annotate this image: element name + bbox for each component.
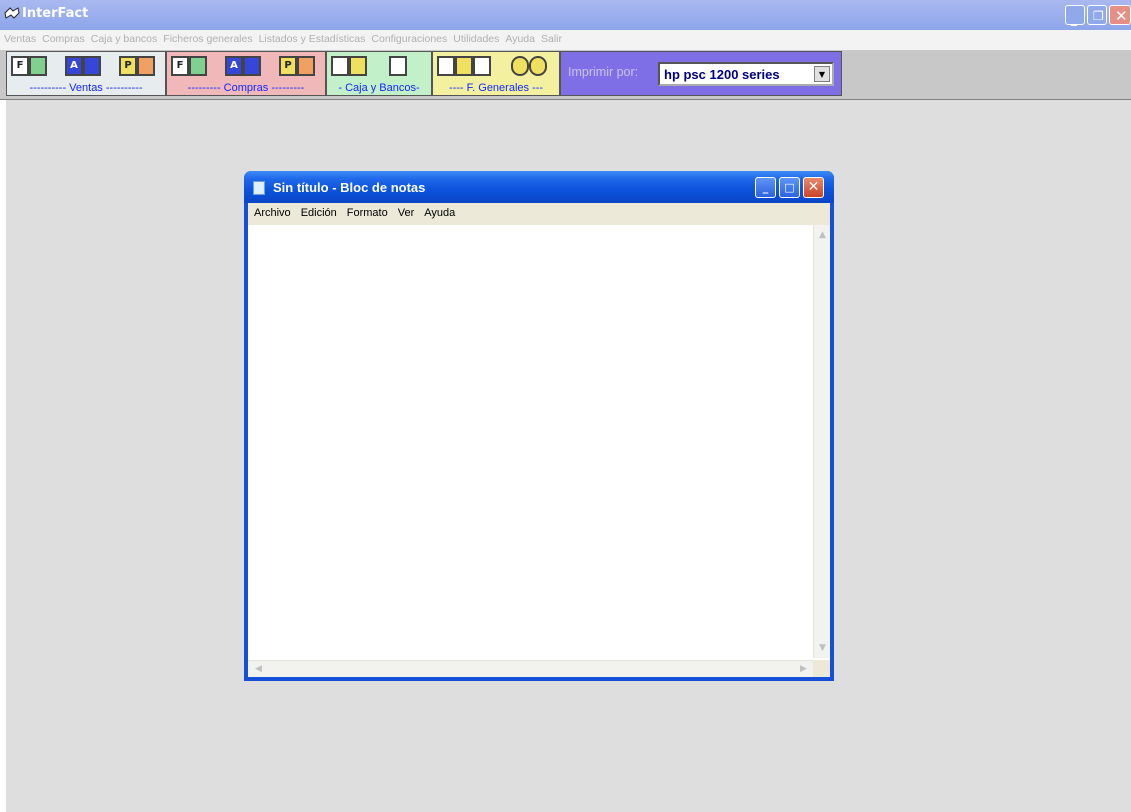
notepad-close-button[interactable]: ✕ [803,177,824,198]
fgen-search-icon[interactable] [455,56,473,76]
toolbar-group-caja: - Caja y Bancos- [326,51,432,96]
menu-ventas[interactable]: Ventas [0,30,38,45]
menu-ficheros-generales[interactable]: Ficheros generales [159,30,254,45]
compras-presupuesto-button[interactable]: P [279,56,297,76]
print-label: Imprimir por: [568,65,639,79]
horizontal-scrollbar[interactable]: ◀ ▶ [248,660,813,677]
scroll-right-icon[interactable]: ▶ [795,661,812,678]
compras-albaran-button[interactable]: A [225,56,243,76]
fgen-contacts-icon[interactable] [511,56,529,76]
compras-albaran-search-icon[interactable] [243,56,261,76]
restore-icon: ❐ [1093,9,1104,23]
toolbar: F A P ---------- Ventas ---------- F A P… [0,50,1131,100]
scroll-up-icon[interactable]: ▲ [815,227,830,244]
chevron-down-icon[interactable]: ▼ [814,66,830,82]
app-titlebar: InterFact _ ❐ ✕ [0,0,1131,30]
notepad-window: Sin título - Bloc de notas _ □ ✕ Archivo… [244,171,834,681]
app-logo-icon [4,7,20,19]
menu-utilidades[interactable]: Utilidades [449,30,501,45]
close-icon: ✕ [1115,7,1128,25]
menu-edicion[interactable]: Edición [295,203,341,219]
fgen-group-label: ---- F. Generales --- [448,82,544,94]
caja-lock-icon[interactable] [389,56,407,76]
restore-button[interactable]: ❐ [1087,5,1107,25]
minimize-button[interactable]: _ [1065,5,1085,26]
main-window: InterFact _ ❐ ✕ Ventas Compras Caja y banc… [0,0,1131,812]
menu-listados[interactable]: Listados y Estadísticas [255,30,368,45]
menu-archivo[interactable]: Archivo [248,203,295,219]
notepad-icon [253,181,265,195]
notepad-maximize-button[interactable]: □ [779,177,800,198]
menu-ayuda[interactable]: Ayuda [501,30,537,45]
fgen-list-icon[interactable] [437,56,455,76]
close-button[interactable]: ✕ [1109,5,1131,25]
menu-caja-bancos[interactable]: Caja y bancos [87,30,160,45]
minimize-icon: _ [762,181,769,194]
ventas-presupuesto-button[interactable]: P [119,56,137,76]
toolbar-group-print: Imprimir por: hp psc 1200 series ▼ [560,51,842,96]
ventas-presupuesto-search-icon[interactable] [137,56,155,76]
ventas-group-label: ---------- Ventas ---------- [29,82,143,94]
caja-document-icon[interactable] [331,56,349,76]
menu-formato[interactable]: Formato [341,203,392,219]
app-title: InterFact [22,6,89,21]
scroll-down-icon[interactable]: ▼ [815,640,830,657]
menu-configuraciones[interactable]: Configuraciones [367,30,449,45]
resize-grip-icon[interactable] [813,660,830,677]
printer-select[interactable]: hp psc 1200 series ▼ [658,62,834,86]
caja-group-label: - Caja y Bancos- [338,82,420,94]
printer-select-value: hp psc 1200 series [664,67,780,82]
compras-factura-button[interactable]: F [171,56,189,76]
menu-salir[interactable]: Salir [537,30,564,45]
vertical-scrollbar[interactable]: ▲ ▼ [813,225,830,658]
toolbar-group-ventas: F A P ---------- Ventas ---------- [6,51,166,96]
ventas-factura-button[interactable]: F [11,56,29,76]
minimize-icon: _ [1071,12,1077,26]
menu-compras[interactable]: Compras [38,30,87,45]
fgen-book-icon[interactable] [473,56,491,76]
menu-ver[interactable]: Ver [392,203,419,219]
notepad-minimize-button[interactable]: _ [755,177,776,198]
menu-ayuda-notepad[interactable]: Ayuda [418,203,459,219]
app-menubar: Ventas Compras Caja y bancos Ficheros gener… [0,30,1131,50]
close-icon: ✕ [807,179,820,195]
compras-presupuesto-search-icon[interactable] [297,56,315,76]
compras-factura-search-icon[interactable] [189,56,207,76]
notepad-title: Sin título - Bloc de notas [273,180,426,195]
toolbar-group-fgenerales: ---- F. Generales --- [432,51,560,96]
maximize-icon: □ [784,181,795,194]
notepad-text-area[interactable]: ▲ ▼ ◀ ▶ [248,225,830,677]
caja-search-icon[interactable] [349,56,367,76]
notepad-menubar: Archivo Edición Formato Ver Ayuda [248,203,830,225]
ventas-albaran-button[interactable]: A [65,56,83,76]
ventas-factura-search-icon[interactable] [29,56,47,76]
notepad-titlebar[interactable]: Sin título - Bloc de notas _ □ ✕ [244,171,834,203]
compras-group-label: --------- Compras --------- [187,82,305,94]
fgen-contacts-search-icon[interactable] [529,56,547,76]
ventas-albaran-search-icon[interactable] [83,56,101,76]
toolbar-group-compras: F A P --------- Compras --------- [166,51,326,96]
scroll-left-icon[interactable]: ◀ [250,661,267,678]
